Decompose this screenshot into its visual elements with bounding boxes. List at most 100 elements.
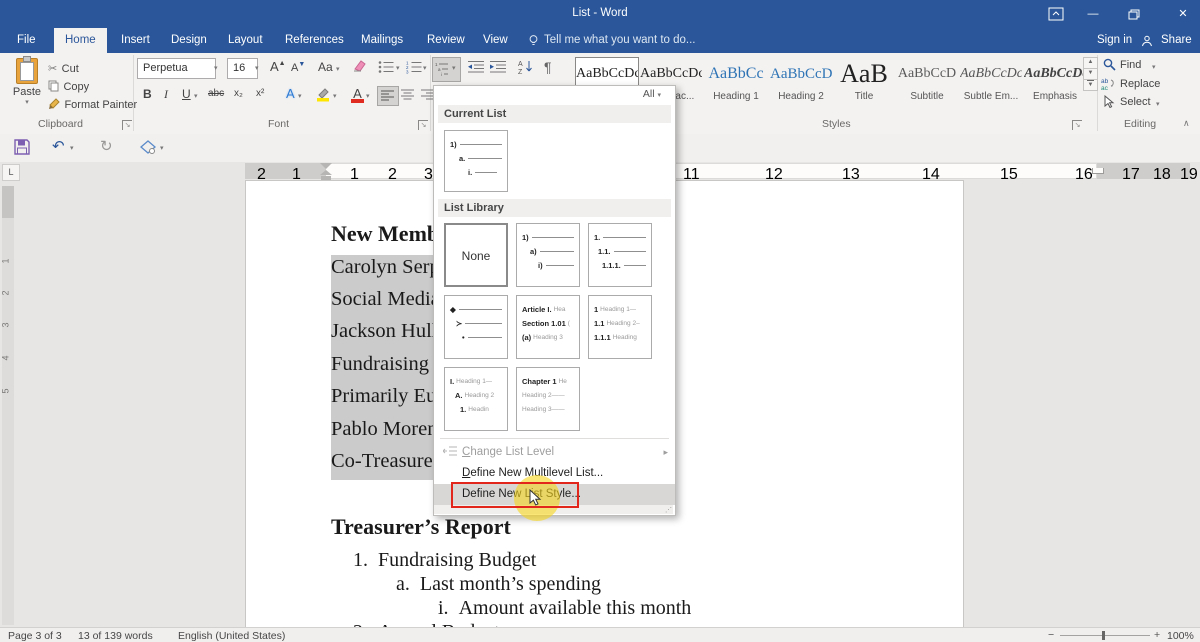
italic-button[interactable]: I xyxy=(164,87,168,102)
change-case-button[interactable]: Aa ▾ xyxy=(318,60,340,74)
subscript-button[interactable]: x₂ xyxy=(234,88,243,99)
font-size-combo[interactable]: 16 xyxy=(227,58,258,79)
tab-review[interactable]: Review xyxy=(416,28,476,53)
decrease-indent-button[interactable] xyxy=(468,60,484,74)
save-icon[interactable] xyxy=(14,139,30,155)
tab-view[interactable]: View xyxy=(472,28,519,53)
tab-selector[interactable]: L xyxy=(2,164,20,181)
list-style-none[interactable]: None xyxy=(444,223,508,287)
list-style-decimal-headings[interactable]: 1Heading 1— 1.1Heading 2– 1.1.1Heading xyxy=(588,295,652,359)
tab-mailings[interactable]: Mailings xyxy=(350,28,414,53)
tab-layout[interactable]: Layout xyxy=(217,28,274,53)
tab-home[interactable]: Home xyxy=(54,28,107,53)
clear-formatting-icon[interactable] xyxy=(352,59,367,73)
font-family-caret[interactable]: ▾ xyxy=(214,64,218,72)
menu-define-new-multilevel-list[interactable]: Define New Multilevel List... xyxy=(434,463,675,484)
collapse-ribbon-button[interactable]: ∧ xyxy=(1183,118,1190,129)
list-style-bullets[interactable]: ◆ ≻ • xyxy=(444,295,508,359)
font-size-caret[interactable]: ▾ xyxy=(255,64,259,72)
numbering-caret[interactable]: ▾ xyxy=(423,64,427,72)
zoom-in-button[interactable]: + xyxy=(1154,629,1160,641)
page-indicator[interactable]: Page 3 of 3 xyxy=(8,630,62,642)
highlight-button[interactable] xyxy=(315,87,331,102)
superscript-button[interactable]: x² xyxy=(256,88,264,99)
restore-button[interactable] xyxy=(1128,9,1140,20)
list-style-roman-headings[interactable]: I.Heading 1— A.Heading 2 1.Headin xyxy=(444,367,508,431)
cut-button[interactable]: ✂ Cut xyxy=(48,59,79,77)
multilevel-list-button[interactable]: 1ai xyxy=(432,57,461,82)
align-center-button[interactable] xyxy=(401,89,414,100)
copy-button[interactable]: Copy xyxy=(48,77,89,95)
style-card-title[interactable]: AaB xyxy=(833,57,895,90)
sort-button[interactable]: AZ xyxy=(518,59,534,74)
ribbon-display-options-icon[interactable] xyxy=(1048,6,1064,22)
style-card-subtitle[interactable]: AaBbCcD xyxy=(896,57,958,90)
zoom-slider-track[interactable] xyxy=(1060,635,1150,636)
format-painter-button[interactable]: Format Painter xyxy=(48,95,137,113)
close-button[interactable]: ✕ xyxy=(1166,0,1200,28)
zoom-out-button[interactable]: − xyxy=(1048,629,1054,641)
list-style-article-section[interactable]: Article I.Hea Section 1.01( (a)Heading 3 xyxy=(516,295,580,359)
minimize-button[interactable]: — xyxy=(1076,0,1110,28)
current-list-item[interactable]: 1) a. i. xyxy=(444,130,508,192)
tab-references[interactable]: References xyxy=(274,28,355,53)
draw-shape-icon[interactable] xyxy=(140,140,156,154)
style-card-heading1[interactable]: AaBbCc xyxy=(705,57,767,90)
tab-file[interactable]: File xyxy=(6,28,47,53)
font-dialog-launcher[interactable]: ↘ xyxy=(418,120,428,130)
underline-caret[interactable]: ▾ xyxy=(194,92,198,100)
gallery-filter-dropdown[interactable]: All ▾ xyxy=(643,88,661,100)
redo-icon[interactable]: ↻ xyxy=(100,137,113,155)
bullets-caret[interactable]: ▾ xyxy=(396,64,400,72)
text-effects-button[interactable]: A xyxy=(286,86,295,101)
tell-me-box[interactable]: Tell me what you want to do... xyxy=(544,34,696,46)
first-line-indent-marker[interactable] xyxy=(320,163,332,169)
menu-change-list-level[interactable]: Change List Level ▸ xyxy=(434,442,675,462)
multilevel-list-caret[interactable]: ▾ xyxy=(452,64,456,72)
shrink-font-button[interactable]: A▼ xyxy=(291,61,305,74)
highlight-caret[interactable]: ▾ xyxy=(333,92,337,100)
zoom-level[interactable]: 100% xyxy=(1167,630,1194,642)
vertical-ruler[interactable] xyxy=(2,186,14,625)
share-button[interactable]: Share xyxy=(1150,28,1200,53)
find-button[interactable]: Find xyxy=(1120,59,1141,71)
language-indicator[interactable]: English (United States) xyxy=(178,630,285,642)
style-card-subtle-emphasis[interactable]: AaBbCcDc xyxy=(960,57,1022,90)
hruler-right-margin[interactable] xyxy=(1097,163,1190,179)
font-color-button[interactable]: A xyxy=(351,86,364,103)
font-color-caret[interactable]: ▾ xyxy=(366,92,370,100)
dropdown-resize-grip[interactable]: ⋰ xyxy=(665,506,672,514)
replace-button[interactable]: Replace xyxy=(1120,78,1160,90)
numbering-button[interactable]: 123 xyxy=(406,60,422,74)
select-caret[interactable]: ▾ xyxy=(1156,100,1160,108)
hanging-indent-marker[interactable] xyxy=(320,170,332,175)
draw-shape-caret[interactable]: ▾ xyxy=(160,144,164,152)
bullets-button[interactable] xyxy=(378,60,394,74)
list-style-numbered-paren[interactable]: 1) a) i) xyxy=(516,223,580,287)
zoom-slider-thumb[interactable] xyxy=(1102,631,1105,640)
style-card-emphasis[interactable]: AaBbCcDc xyxy=(1024,57,1086,90)
select-button[interactable]: Select xyxy=(1120,96,1151,108)
tab-design[interactable]: Design xyxy=(160,28,218,53)
tab-insert[interactable]: Insert xyxy=(110,28,161,53)
sign-in-button[interactable]: Sign in xyxy=(1086,28,1143,53)
list-style-chapter-headings[interactable]: Chapter 1He Heading 2—— Heading 3—— xyxy=(516,367,580,431)
undo-caret[interactable]: ▾ xyxy=(70,144,74,152)
find-caret[interactable]: ▾ xyxy=(1152,63,1156,71)
grow-font-button[interactable]: A▲ xyxy=(270,59,286,74)
strikethrough-button[interactable]: abc xyxy=(208,88,224,99)
increase-indent-button[interactable] xyxy=(490,60,506,74)
word-count[interactable]: 13 of 139 words xyxy=(78,630,153,642)
undo-icon[interactable]: ↶ xyxy=(52,137,65,155)
text-effects-caret[interactable]: ▾ xyxy=(298,92,302,100)
paste-button[interactable]: Paste ▾ xyxy=(8,58,46,110)
right-indent-marker[interactable] xyxy=(1092,168,1104,174)
clipboard-dialog-launcher[interactable]: ↘ xyxy=(122,120,132,130)
style-card-heading2[interactable]: AaBbCcD xyxy=(770,57,832,90)
underline-button[interactable]: U xyxy=(182,87,191,101)
styles-dialog-launcher[interactable]: ↘ xyxy=(1072,120,1082,130)
list-style-decimal[interactable]: 1. 1.1. 1.1.1. xyxy=(588,223,652,287)
show-paragraph-marks-button[interactable]: ¶ xyxy=(544,59,552,75)
styles-more-button[interactable]: ▼ xyxy=(1083,79,1098,91)
align-left-button[interactable] xyxy=(377,86,399,106)
